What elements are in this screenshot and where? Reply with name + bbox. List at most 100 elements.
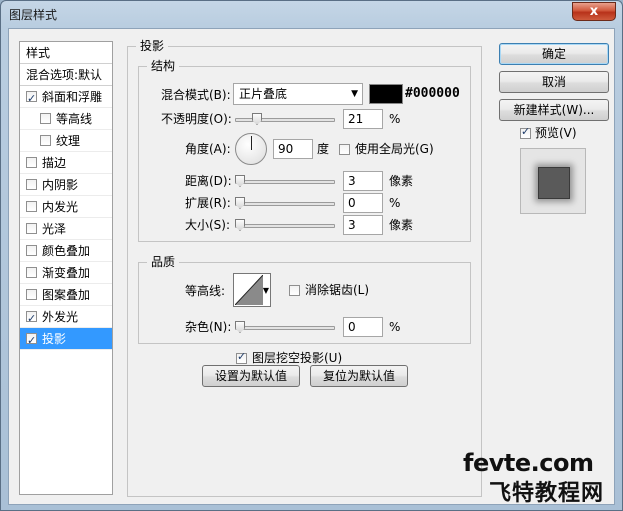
style-checkbox[interactable] (26, 223, 37, 234)
watermark-domain: fevte.com (463, 449, 594, 477)
spread-input[interactable]: 0 (343, 193, 383, 213)
style-checkbox[interactable] (40, 113, 51, 124)
style-list-item-label: 投影 (42, 331, 67, 346)
preview-swatch (538, 167, 570, 199)
distance-label: 距离(D): (185, 174, 232, 188)
style-list-item[interactable]: 图案叠加 (20, 284, 112, 306)
style-preview (520, 148, 586, 214)
angle-unit: 度 (317, 142, 330, 156)
style-list-item-label: 描边 (42, 155, 67, 170)
style-checkbox[interactable] (26, 157, 37, 168)
chevron-down-icon: ▼ (262, 286, 269, 295)
slider-track (235, 326, 335, 330)
drop-shadow-group: 投影 结构 混合模式(B): 正片叠底 ▼ #000000 不透明度(O): 2… (127, 39, 482, 497)
style-checkbox[interactable] (26, 330, 37, 352)
distance-slider[interactable] (235, 175, 335, 189)
opacity-slider-thumb[interactable] (252, 113, 262, 125)
angle-label: 角度(A): (185, 142, 231, 156)
style-list-item[interactable]: 外发光 (20, 306, 112, 330)
style-list-item[interactable]: 颜色叠加 (20, 240, 112, 262)
opacity-label: 不透明度(O): (161, 112, 232, 126)
size-unit: 像素 (389, 218, 414, 232)
size-input[interactable]: 3 (343, 215, 383, 235)
style-list-item[interactable]: 描边 (20, 152, 112, 174)
opacity-input[interactable]: 21 (343, 109, 383, 129)
global-light-label: 使用全局光(G) (355, 142, 434, 156)
style-list-item-label: 图案叠加 (42, 287, 91, 302)
style-checkbox[interactable] (40, 135, 51, 146)
distance-slider-thumb[interactable] (235, 175, 245, 187)
opacity-unit: % (389, 112, 401, 126)
blend-mode-label: 混合模式(B): (161, 88, 231, 102)
style-list-item-label: 光泽 (42, 221, 67, 236)
style-checkbox[interactable] (26, 267, 37, 278)
spread-slider[interactable] (235, 197, 335, 211)
spread-slider-thumb[interactable] (235, 197, 245, 209)
close-button[interactable]: x (572, 2, 616, 21)
blend-mode-value: 正片叠底 (239, 87, 288, 101)
style-list: 样式 混合选项:默认 斜面和浮雕等高线纹理描边内阴影内发光光泽颜色叠加渐变叠加图… (19, 41, 113, 495)
slider-track (235, 118, 335, 122)
new-style-button[interactable]: 新建样式(W)... (499, 99, 609, 121)
slider-track (235, 202, 335, 206)
cancel-button[interactable]: 取消 (499, 71, 609, 93)
size-label: 大小(S): (185, 218, 231, 232)
noise-input[interactable]: 0 (343, 317, 383, 337)
style-list-item-label: 渐变叠加 (42, 265, 91, 280)
style-checkbox[interactable] (26, 245, 37, 256)
style-checkbox[interactable] (26, 308, 37, 330)
anti-alias-label: 消除锯齿(L) (305, 283, 370, 297)
quality-title: 品质 (147, 255, 180, 269)
style-list-item[interactable]: 纹理 (20, 130, 112, 152)
style-list-item-label: 纹理 (56, 133, 81, 148)
noise-slider-thumb[interactable] (235, 321, 245, 333)
structure-title: 结构 (147, 59, 180, 73)
style-list-item[interactable]: 内阴影 (20, 174, 112, 196)
size-slider-thumb[interactable] (235, 219, 245, 231)
global-light-checkbox[interactable] (339, 144, 350, 155)
blend-mode-select[interactable]: 正片叠底 ▼ (233, 83, 363, 105)
preview-checkbox[interactable] (520, 125, 531, 139)
opacity-slider[interactable] (235, 113, 335, 127)
style-checkbox[interactable] (26, 289, 37, 300)
size-slider[interactable] (235, 219, 335, 233)
shadow-color-swatch[interactable] (369, 84, 403, 104)
contour-picker[interactable]: ▼ (233, 273, 271, 307)
reset-default-button[interactable]: 复位为默认值 (310, 365, 408, 387)
noise-label: 杂色(N): (185, 320, 232, 334)
style-list-item[interactable]: 渐变叠加 (20, 262, 112, 284)
quality-group: 品质 等高线: ▼ 消除锯齿(L) 杂色(N): 0 % (138, 255, 471, 344)
title-bar[interactable]: 图层样式 x (1, 1, 622, 27)
style-list-item[interactable]: 等高线 (20, 108, 112, 130)
style-list-item[interactable]: 斜面和浮雕 (20, 86, 112, 110)
spread-unit: % (389, 196, 401, 210)
contour-curve-icon (235, 275, 263, 305)
style-list-header[interactable]: 样式 (20, 42, 112, 64)
style-list-item-label: 斜面和浮雕 (42, 89, 103, 104)
angle-dial[interactable] (235, 133, 267, 165)
style-list-item-label: 颜色叠加 (42, 243, 91, 258)
style-checkbox[interactable] (26, 201, 37, 212)
style-list-item[interactable]: 投影 (20, 328, 112, 352)
blending-options-item[interactable]: 混合选项:默认 (20, 64, 112, 86)
style-list-item-label: 外发光 (42, 309, 79, 324)
style-checkbox[interactable] (26, 88, 37, 110)
slider-track (235, 224, 335, 228)
distance-input[interactable]: 3 (343, 171, 383, 191)
knockout-checkbox[interactable] (236, 350, 247, 364)
noise-slider[interactable] (235, 321, 335, 335)
style-list-item-label: 内阴影 (42, 177, 79, 192)
angle-needle (251, 136, 252, 150)
style-list-item-label: 内发光 (42, 199, 79, 214)
structure-group: 结构 混合模式(B): 正片叠底 ▼ #000000 不透明度(O): 21 %… (138, 59, 471, 242)
make-default-button[interactable]: 设置为默认值 (202, 365, 300, 387)
anti-alias-checkbox[interactable] (289, 285, 300, 296)
spread-label: 扩展(R): (185, 196, 231, 210)
shadow-color-hex: #000000 (405, 86, 460, 101)
ok-button[interactable]: 确定 (499, 43, 609, 65)
style-list-item[interactable]: 光泽 (20, 218, 112, 240)
style-list-item[interactable]: 内发光 (20, 196, 112, 218)
watermark-site-name: 飞特教程网 (489, 481, 605, 506)
style-checkbox[interactable] (26, 179, 37, 190)
angle-input[interactable]: 90 (273, 139, 313, 159)
